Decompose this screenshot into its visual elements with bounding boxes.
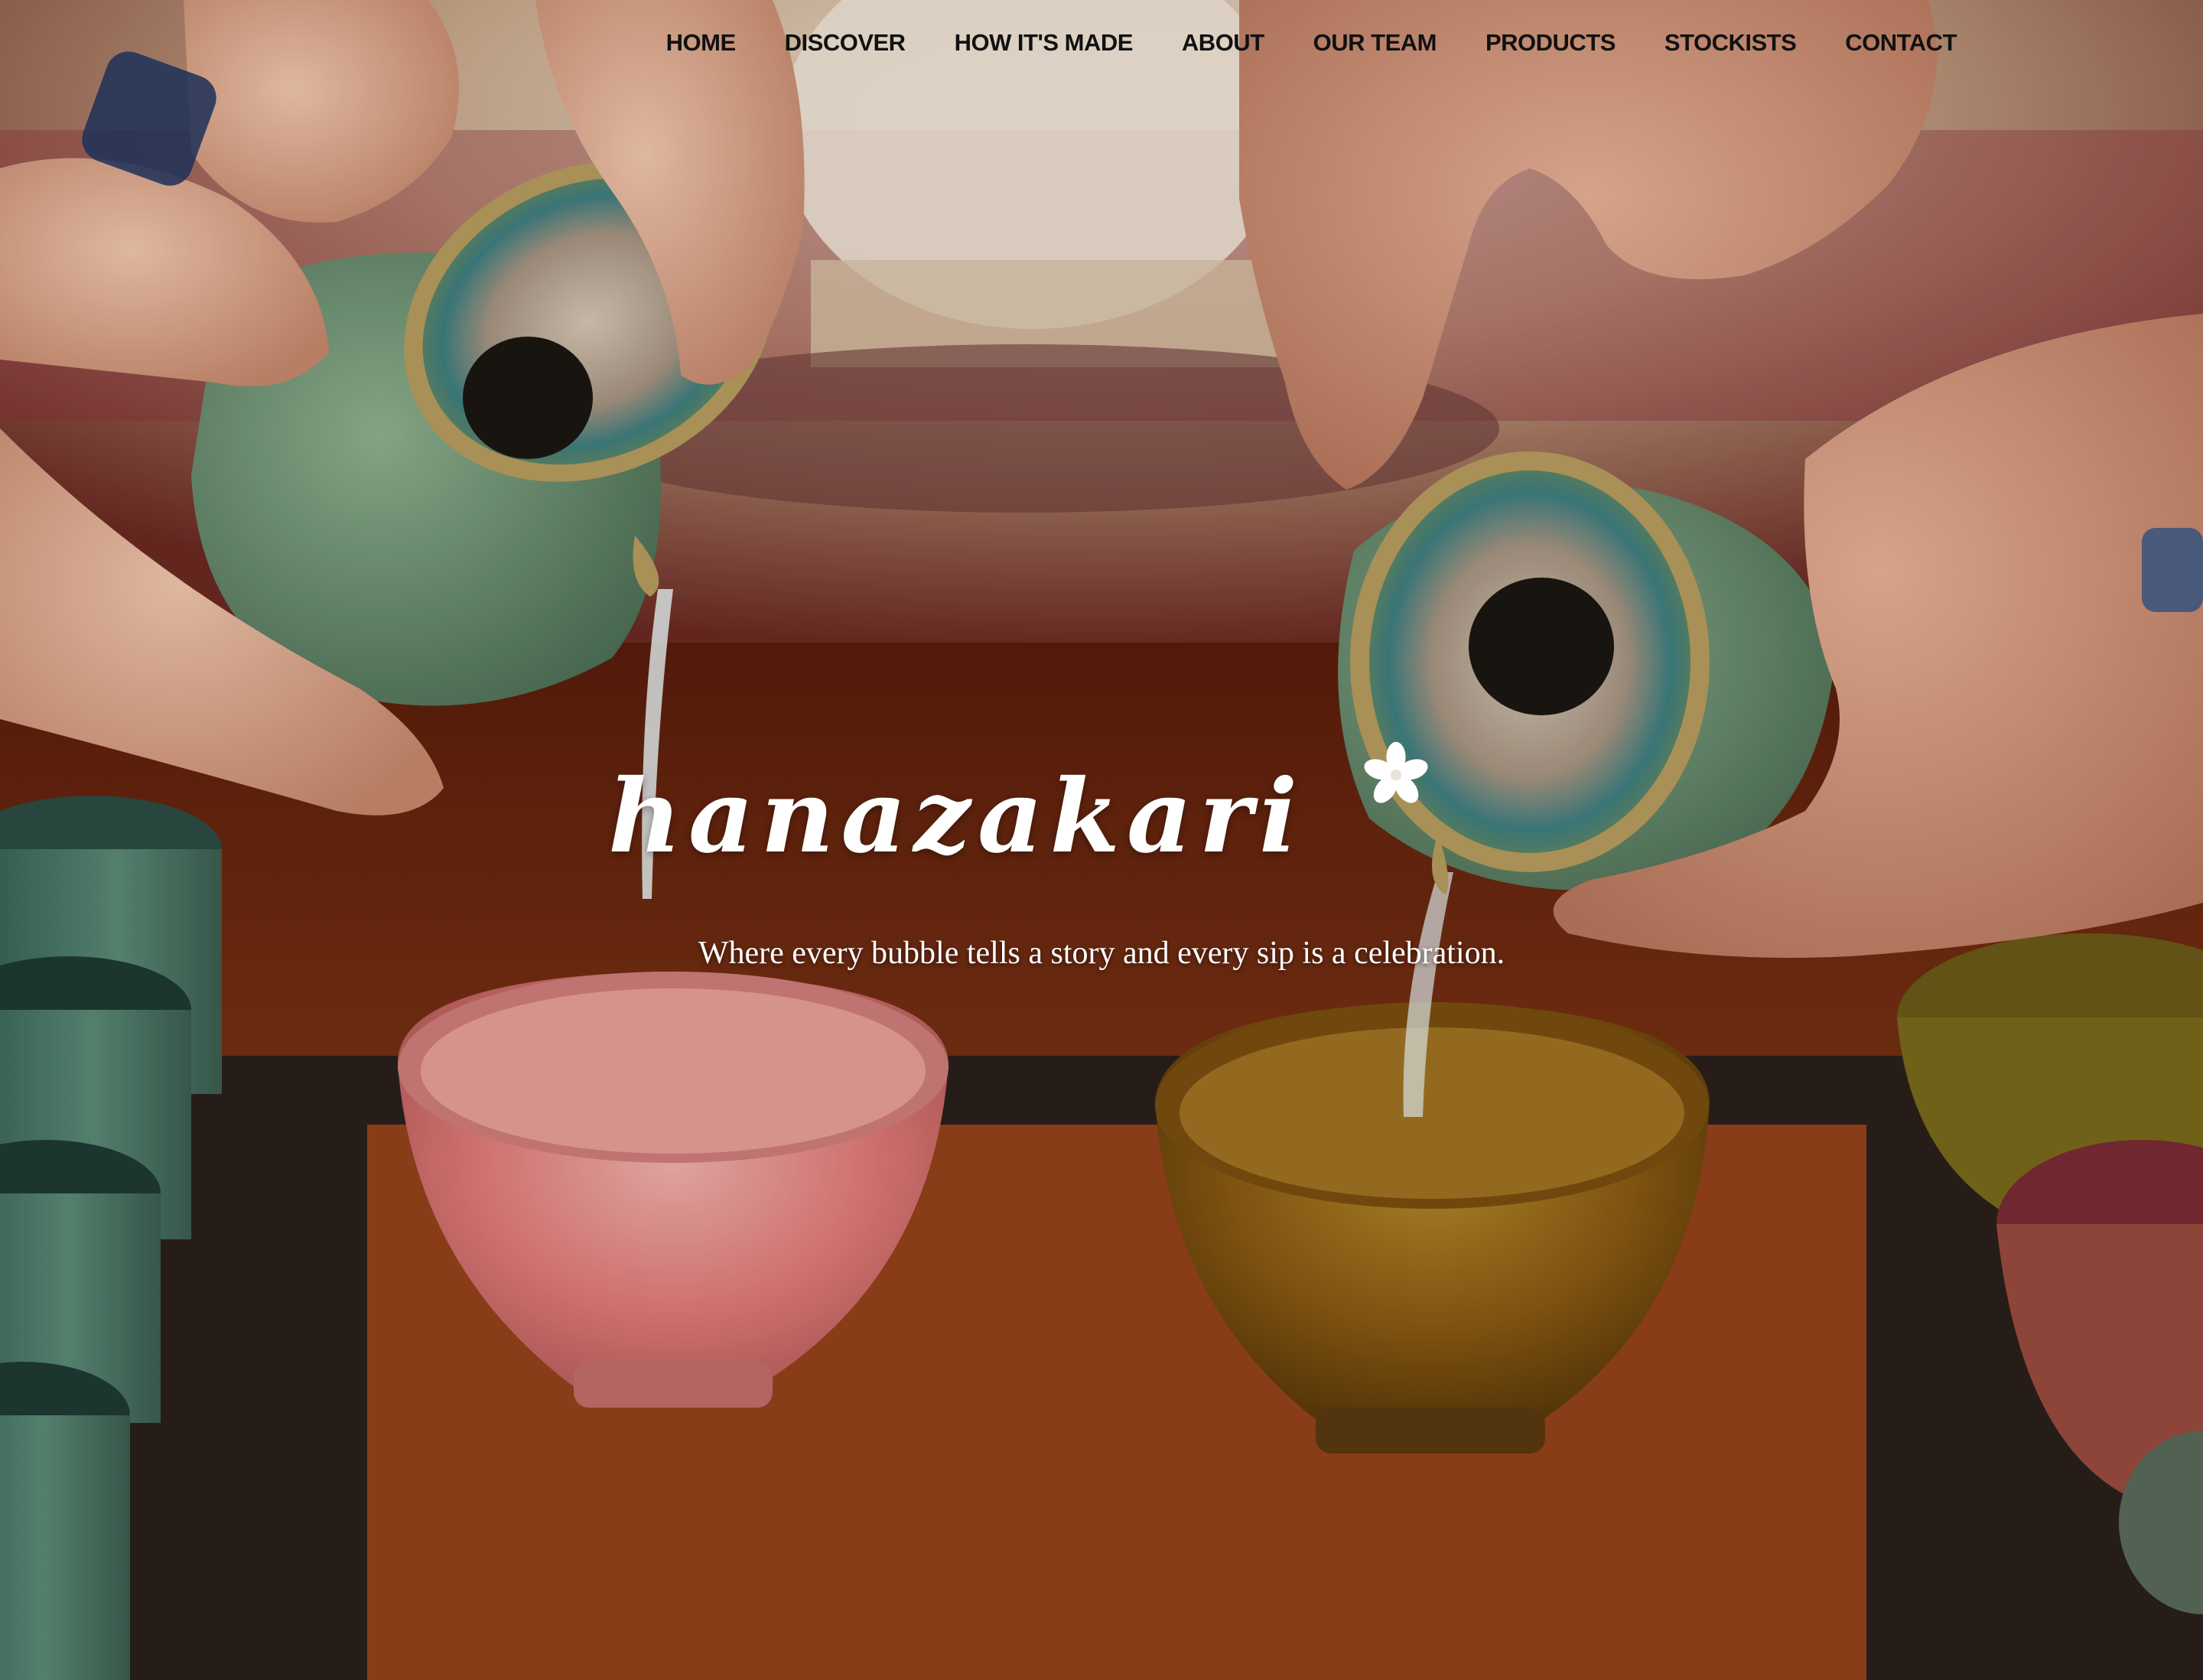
nav-our-team[interactable]: OUR TEAM [1313, 29, 1437, 57]
brand-logo: hanazakari [608, 741, 1457, 910]
nav-stockists[interactable]: STOCKISTS [1664, 29, 1797, 57]
brand-wordmark: hanazakari [608, 757, 1305, 876]
nav-about[interactable]: ABOUT [1182, 29, 1264, 57]
nav-products[interactable]: PRODUCTS [1485, 29, 1616, 57]
nav-discover[interactable]: DISCOVER [785, 29, 906, 57]
hero-tagline: Where every bubble tells a story and eve… [698, 936, 1505, 971]
main-nav: HOME DISCOVER HOW IT'S MADE ABOUT OUR TE… [666, 23, 1957, 63]
nav-contact[interactable]: CONTACT [1845, 29, 1957, 57]
blossom-icon [1364, 741, 1428, 803]
nav-how-its-made[interactable]: HOW IT'S MADE [955, 29, 1134, 57]
nav-home[interactable]: HOME [666, 29, 737, 57]
